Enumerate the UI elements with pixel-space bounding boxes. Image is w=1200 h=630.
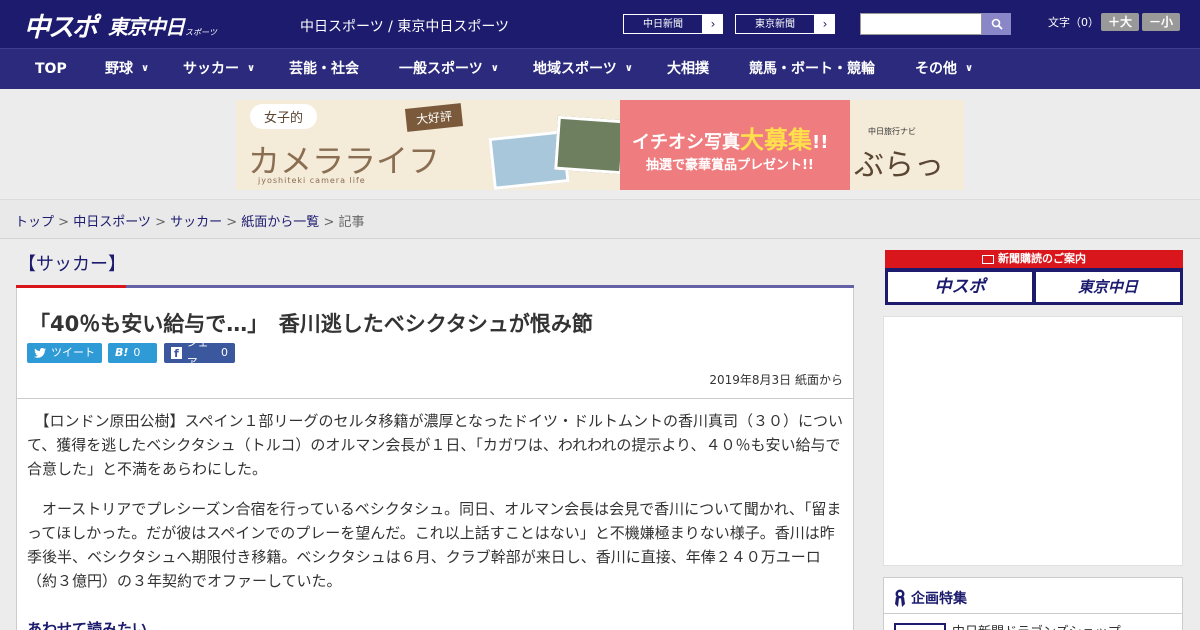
nav-item-racing[interactable]: 競馬・ボート・競輪 — [749, 49, 875, 89]
banner-tag: 大好評 — [404, 103, 464, 132]
related-articles-heading: あわせて読みたい — [27, 620, 148, 630]
breadcrumb-link-soccer[interactable]: サッカー — [170, 215, 222, 230]
article-paragraph: オーストリアでプレシーズン合宿を行っているベシクタシュ。同日、オルマン会長は会見… — [27, 500, 842, 590]
nav-item-baseball[interactable]: 野球 ∨ — [105, 49, 149, 89]
nav-item-sumo[interactable]: 大相撲 — [667, 49, 709, 89]
nav-item-label: 競馬・ボート・競輪 — [749, 61, 875, 77]
banner-joshi: 女子的 — [250, 104, 318, 129]
link-chunichi-label: 中日新聞 — [623, 14, 703, 34]
site-logo[interactable]: 中スポ 東京中日 スポーツ — [24, 7, 217, 44]
logo-tokyo-chunichi: 東京中日 — [108, 15, 185, 39]
banner-subtitle: jyoshiteki camera life — [258, 176, 366, 185]
banner-photo — [554, 115, 626, 175]
chevron-down-icon: ∨ — [247, 63, 256, 74]
subscribe-tokyo-button[interactable]: 東京中日 — [1036, 272, 1180, 302]
nav-item-general-sports[interactable]: 一般スポーツ ∨ — [399, 49, 499, 89]
chevron-right-icon: › — [710, 17, 716, 31]
breadcrumb-current: 記事 — [338, 215, 365, 230]
feature-divider — [884, 613, 1182, 614]
search-button[interactable] — [982, 13, 1011, 35]
chevron-down-icon: ∨ — [141, 63, 150, 74]
chevron-right-icon: › — [822, 17, 828, 31]
facebook-share-button[interactable]: f シェア 0 — [164, 336, 235, 369]
banner-bosyu-post: !! — [812, 132, 829, 153]
article-headline: 「40％も安い給与で…」 香川逃したベシクタシュが恨み節 — [29, 312, 593, 336]
breadcrumb-link-chuspo[interactable]: 中日スポーツ — [73, 215, 151, 230]
chevron-down-icon: ∨ — [624, 63, 633, 74]
nav-item-entertainment[interactable]: 芸能・社会 — [289, 49, 359, 89]
article-divider — [17, 398, 853, 399]
article-category: 【サッカー】 — [18, 254, 126, 275]
feature-thumbnail[interactable] — [894, 623, 946, 630]
font-larger-button[interactable]: ＋大 — [1101, 13, 1139, 31]
nav-item-soccer[interactable]: サッカー ∨ — [183, 49, 255, 89]
twitter-icon — [34, 348, 46, 358]
link-tokyo-shimbun[interactable]: 東京新聞 › — [734, 13, 836, 35]
article-body: 「40％も安い給与で…」 香川逃したベシクタシュが恨み節 ツイート B! 0 f… — [16, 288, 854, 630]
feature-heading: 企画特集 — [894, 588, 967, 608]
nav-item-other[interactable]: その他 ∨ — [915, 49, 973, 89]
font-size-label: 文字（0） — [1048, 16, 1099, 29]
banner-bosyu-big: 大募集 — [740, 126, 812, 154]
article-paragraph: 【ロンドン原田公樹】スペイン１部リーグのセルタ移籍が濃厚となったドイツ・ドルトム… — [27, 412, 844, 478]
banner-brand-small: 中日旅行ナビ — [868, 127, 916, 136]
breadcrumb-sep: > — [222, 215, 242, 230]
subscription-heading-label: 新聞購読のご案内 — [998, 252, 1086, 265]
tweet-label: ツイート — [51, 346, 95, 359]
chevron-down-icon: ∨ — [490, 63, 499, 74]
facebook-icon: f — [171, 347, 182, 360]
site-header: 中スポ 東京中日 スポーツ 中日スポーツ / 東京中日スポーツ 中日新聞 › 東… — [0, 0, 1200, 48]
nav-item-label: 野球 — [105, 61, 133, 77]
camera-life-banner[interactable]: 女子的 大好評 カメラライフ jyoshiteki camera life イチ… — [236, 100, 964, 190]
newspaper-icon — [982, 254, 994, 264]
breadcrumb-link-list[interactable]: 紙面から一覧 — [241, 215, 319, 230]
breadcrumb: トップ > 中日スポーツ > サッカー > 紙面から一覧 > 記事 — [15, 211, 365, 230]
search-icon — [991, 18, 1003, 30]
logo-tokyo-sports: スポーツ — [185, 28, 217, 37]
hatena-count: 0 — [133, 346, 141, 359]
nav-item-label: サッカー — [183, 61, 239, 77]
feature-heading-label: 企画特集 — [911, 591, 967, 607]
feature-item-dragons-shop[interactable]: 中日新聞ドラゴンズショップ — [952, 621, 1121, 630]
main-nav: TOP 野球 ∨ サッカー ∨ 芸能・社会 一般スポーツ ∨ 地域スポーツ ∨ … — [0, 48, 1200, 89]
link-chunichi-shimbun[interactable]: 中日新聞 › — [622, 13, 724, 35]
nav-item-label: 大相撲 — [667, 61, 709, 77]
tweet-button[interactable]: ツイート — [27, 343, 102, 363]
subscription-box: 新聞購読のご案内 中スポ 東京中日 — [885, 250, 1183, 305]
banner-bosyu: イチオシ写真大募集!! — [632, 120, 828, 155]
banner-bosyu-pre: イチオシ写真 — [632, 132, 740, 153]
nav-item-top[interactable]: TOP — [35, 49, 67, 89]
nav-item-label: TOP — [35, 61, 67, 77]
hatena-bookmark-button[interactable]: B! 0 — [108, 343, 157, 363]
banner-prize: 抽選で豪華賞品プレゼント!! — [646, 158, 814, 173]
site-name: 中日スポーツ / 東京中日スポーツ — [300, 19, 510, 35]
logo-chuspo: 中スポ — [24, 13, 98, 43]
breadcrumb-sep: > — [150, 215, 171, 230]
search-input[interactable] — [860, 13, 982, 35]
breadcrumb-strip: トップ > 中日スポーツ > サッカー > 紙面から一覧 > 記事 — [0, 199, 1200, 239]
breadcrumb-sep: > — [319, 215, 339, 230]
nav-item-local-sports[interactable]: 地域スポーツ ∨ — [533, 49, 633, 89]
nav-item-label: 地域スポーツ — [533, 61, 617, 77]
feature-box: 企画特集 中日新聞ドラゴンズショップ — [883, 577, 1183, 630]
link-tokyo-label: 東京新聞 — [735, 14, 815, 34]
chevron-down-icon: ∨ — [965, 63, 974, 74]
subscribe-chuspo-button[interactable]: 中スポ — [888, 272, 1032, 302]
subscription-heading: 新聞購読のご案内 — [885, 250, 1183, 268]
nav-item-label: 一般スポーツ — [399, 61, 483, 77]
banner-brand: ぶらっ人 — [854, 148, 944, 183]
sidebar-ad[interactable] — [883, 316, 1183, 566]
nav-item-label: その他 — [915, 61, 957, 77]
font-smaller-button[interactable]: －小 — [1142, 13, 1180, 31]
breadcrumb-link-top[interactable]: トップ — [15, 215, 54, 230]
nav-item-label: 芸能・社会 — [289, 61, 359, 77]
article-date: 2019年8月3日 紙面から — [709, 373, 843, 387]
share-count: 0 — [221, 346, 228, 359]
hatena-bookmark-icon: B! — [115, 346, 129, 359]
ribbon-icon — [895, 589, 905, 607]
breadcrumb-sep: > — [54, 215, 74, 230]
share-label: シェア — [186, 336, 209, 369]
